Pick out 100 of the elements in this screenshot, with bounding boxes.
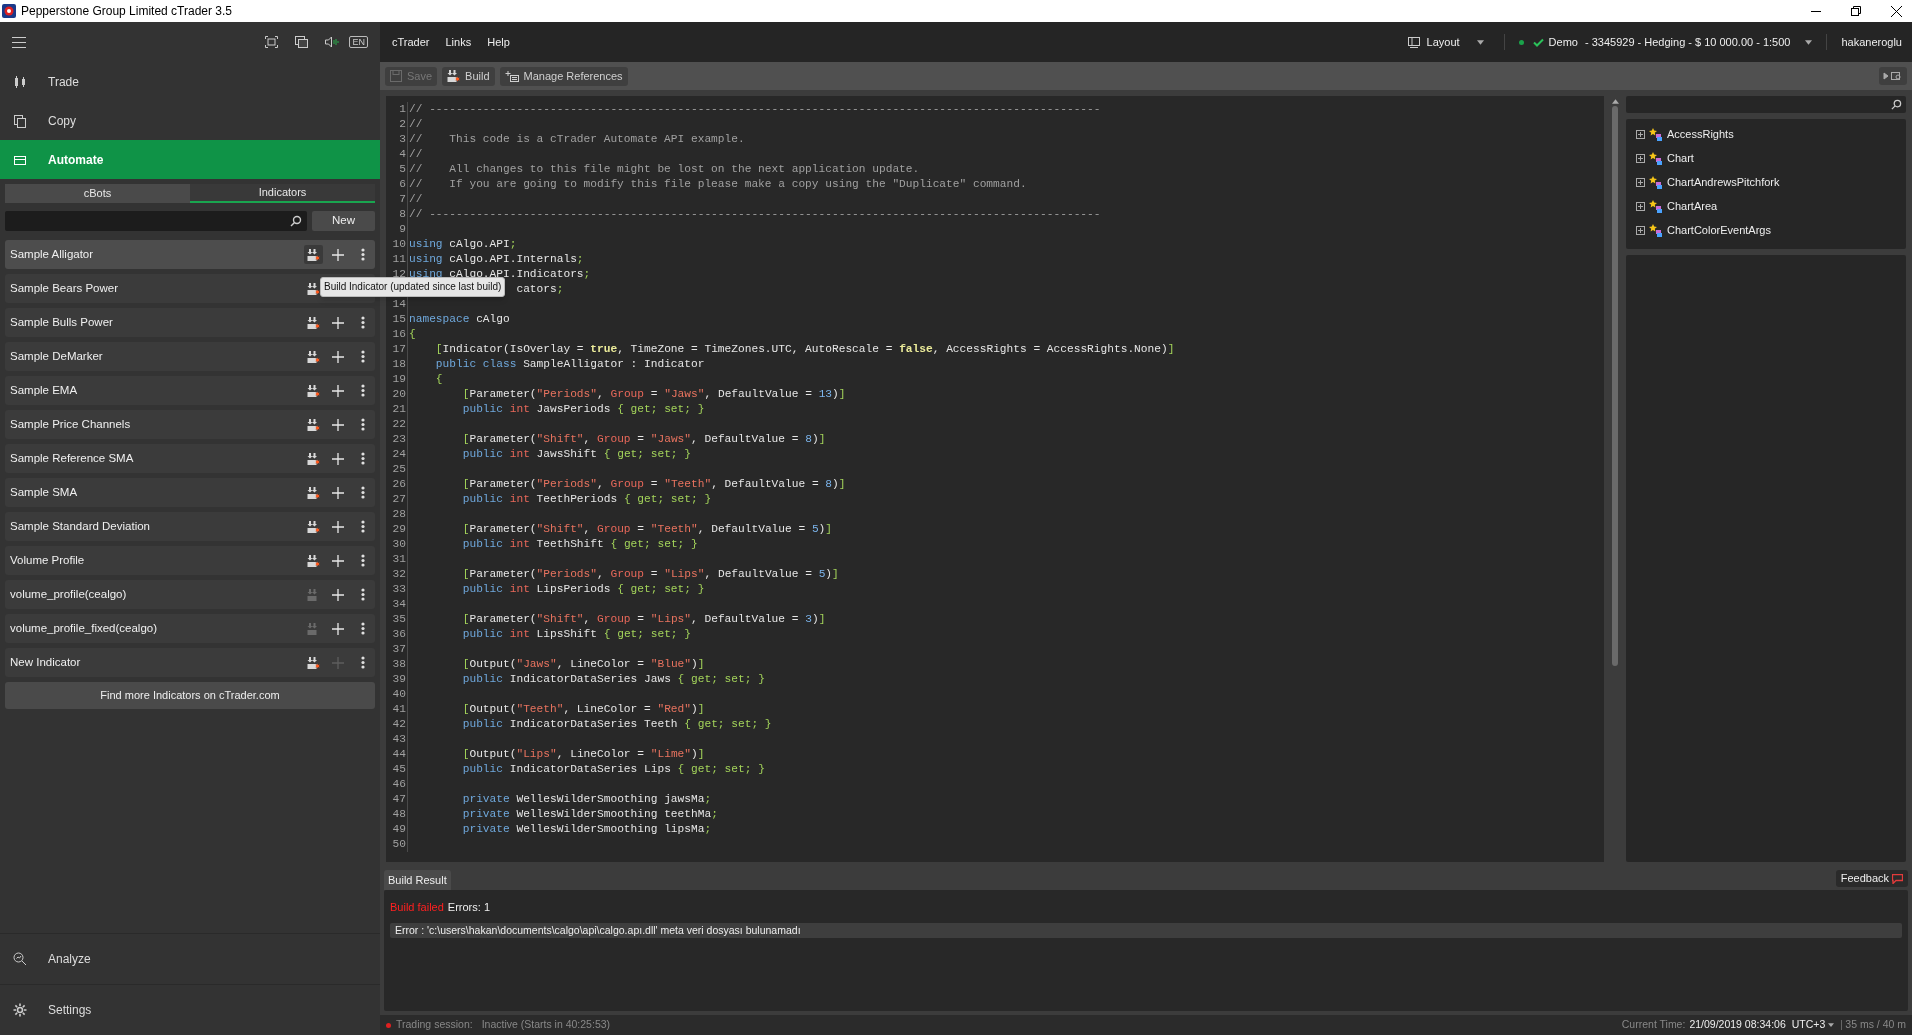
indicator-row[interactable]: Sample EMA	[5, 376, 375, 405]
line-number: 2	[390, 117, 408, 132]
account-dropdown[interactable]: Demo - 3345929 - Hedging - $ 10 000.00 - 1:500	[1518, 33, 1813, 51]
code-line: [Output("Lips", LineColor = "Lime")]	[462, 747, 705, 762]
build-icon[interactable]	[447, 70, 461, 82]
close-icon[interactable]	[1891, 5, 1902, 17]
indicator-name: Sample Standard Deviation	[10, 518, 150, 534]
tree-item[interactable]: AccessRights	[1667, 126, 1734, 143]
indicator-row[interactable]: Sample Reference SMA	[5, 444, 375, 473]
line-number: 46	[390, 777, 408, 792]
nav-item[interactable]: Copy	[0, 101, 380, 140]
more-icon[interactable]	[361, 384, 365, 397]
magnifier-chart-icon	[12, 951, 28, 967]
time-label: Current Time:	[1621, 1017, 1686, 1033]
line-number: 16	[390, 327, 408, 342]
line-number: 32	[390, 567, 408, 582]
speaker-icon[interactable]	[325, 36, 340, 48]
indicator-row[interactable]: Sample Bulls Power	[5, 308, 375, 337]
nav-item[interactable]: Analyze	[0, 939, 380, 979]
indicator-row[interactable]: Sample Price Channels	[5, 410, 375, 439]
more-icon[interactable]	[361, 622, 365, 635]
tab[interactable]: cBots	[5, 184, 190, 203]
search-field[interactable]	[5, 211, 307, 231]
tab[interactable]: Indicators	[190, 184, 375, 203]
menu-item[interactable]: Links	[441, 33, 476, 51]
build-status: Build failed	[390, 900, 444, 915]
indicator-row[interactable]: Volume Profile	[5, 546, 375, 575]
session-label: Trading session:	[396, 1017, 473, 1033]
expand-icon[interactable]	[1636, 130, 1645, 139]
timezone-dropdown[interactable]: UTC+3	[1791, 1017, 1835, 1033]
class-icon	[1649, 199, 1663, 214]
more-icon[interactable]	[361, 350, 365, 363]
indicator-row[interactable]: volume_profile_fixed(cealgo)	[5, 614, 375, 643]
more-icon[interactable]	[361, 656, 365, 669]
indicator-row[interactable]: Sample Standard Deviation	[5, 512, 375, 541]
expand-icon[interactable]	[1636, 226, 1645, 235]
more-icon[interactable]	[361, 248, 365, 261]
floppy-icon	[390, 70, 402, 82]
line-number: 17	[390, 342, 408, 357]
expand-icon[interactable]	[1636, 202, 1645, 211]
indicator-name: Volume Profile	[10, 552, 85, 568]
restore-icon[interactable]	[1851, 6, 1861, 16]
code-line: private WellesWilderSmoothing teethMa;	[462, 807, 718, 822]
line-number: 40	[390, 687, 408, 702]
more-icon[interactable]	[361, 520, 365, 533]
line-number: 1	[390, 102, 408, 117]
api-search-field[interactable]	[1626, 96, 1906, 113]
nav-item[interactable]: Trade	[0, 62, 380, 101]
tree-item[interactable]: Chart	[1667, 150, 1694, 167]
indicator-row[interactable]: Sample DeMarker	[5, 342, 375, 371]
line-number: 21	[390, 402, 408, 417]
session-value: Inactive (Starts in 40:25:53)	[481, 1017, 611, 1033]
menu-item[interactable]: Help	[483, 33, 514, 51]
code-editor[interactable]	[386, 96, 1604, 862]
indicator-row[interactable]: Sample SMA	[5, 478, 375, 507]
class-icon	[1649, 127, 1663, 142]
code-line: [Output("Jaws", LineColor = "Blue")]	[462, 657, 705, 672]
more-icon[interactable]	[361, 554, 365, 567]
code-line: public int LipsPeriods { get; set; }	[462, 582, 705, 597]
copy-icon	[12, 112, 28, 129]
new-button[interactable]: New	[312, 211, 375, 231]
feedback-button[interactable]: Feedback	[1835, 870, 1908, 887]
tree-item[interactable]: ChartColorEventArgs	[1667, 222, 1771, 239]
toolbar-button[interactable]: Manage References	[499, 66, 628, 86]
windows-icon[interactable]	[295, 36, 309, 48]
indicator-row[interactable]: volume_profile(cealgo)	[5, 580, 375, 609]
code-line: //	[409, 192, 423, 207]
keyboard-language-badge[interactable]: EN	[349, 36, 368, 48]
fullscreen-icon[interactable]	[265, 36, 279, 48]
nav-item[interactable]: Settings	[0, 990, 380, 1030]
indicator-row[interactable]: Sample Alligator	[5, 240, 375, 269]
panel-toggle-button[interactable]	[1879, 67, 1907, 85]
tree-item[interactable]: ChartArea	[1667, 198, 1718, 215]
tab[interactable]: Build Result	[384, 870, 451, 890]
more-icon[interactable]	[361, 316, 365, 329]
more-icon[interactable]	[361, 588, 365, 601]
tree-item[interactable]: ChartAndrewsPitchfork	[1667, 174, 1780, 191]
line-number: 23	[390, 432, 408, 447]
menu-item[interactable]: cTrader	[388, 33, 434, 51]
line-number: 39	[390, 672, 408, 687]
code-line: private WellesWilderSmoothing lipsMa;	[462, 822, 712, 837]
find-more-button[interactable]: Find more Indicators on cTrader.com	[5, 682, 375, 709]
indicator-name: Sample Bears Power	[10, 280, 119, 296]
indicator-name: Sample Alligator	[10, 246, 94, 262]
line-number: 30	[390, 537, 408, 552]
code-line: // If you are going to modify this file please make a copy using the "Duplicate" command.	[409, 177, 1027, 192]
more-icon[interactable]	[361, 452, 365, 465]
indicator-name: volume_profile(cealgo)	[10, 586, 127, 602]
menu-icon[interactable]	[12, 36, 26, 48]
line-number: 28	[390, 507, 408, 522]
toolbar-button[interactable]: Build	[442, 66, 495, 86]
nav-item[interactable]: Automate	[0, 140, 380, 179]
layout-dropdown[interactable]: Layout	[1407, 33, 1484, 51]
more-icon[interactable]	[361, 418, 365, 431]
indicator-row[interactable]: New Indicator	[5, 648, 375, 677]
user-name[interactable]: hakaneroglu	[1841, 33, 1902, 51]
more-icon[interactable]	[361, 486, 365, 499]
expand-icon[interactable]	[1636, 178, 1645, 187]
expand-icon[interactable]	[1636, 154, 1645, 163]
error-message[interactable]: Error : 'c:\users\hakan\documents\calgo\api\calgo.apı.dll' meta veri dosyası bulunamadı	[390, 922, 1902, 938]
